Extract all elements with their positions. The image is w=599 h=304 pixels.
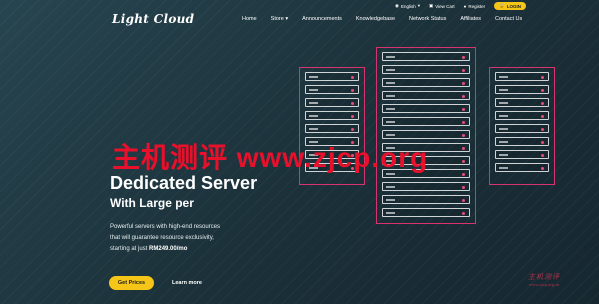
server-unit bbox=[382, 195, 470, 204]
status-led-icon bbox=[462, 133, 465, 137]
server-unit bbox=[382, 182, 470, 191]
get-prices-button[interactable]: Get Prices bbox=[109, 276, 154, 290]
status-led-icon bbox=[462, 172, 465, 176]
server-unit bbox=[305, 124, 359, 133]
corner-watermark-logo: 主机测评 www.zjcp.org.cn bbox=[528, 272, 560, 287]
nav-store[interactable]: Store ▾ bbox=[271, 16, 288, 22]
server-unit bbox=[495, 137, 549, 146]
user-icon: ● bbox=[463, 3, 467, 9]
status-led-icon bbox=[462, 198, 465, 202]
nav-contact-us[interactable]: Contact Us bbox=[495, 16, 522, 22]
hero-description: Powerful servers with high-end resources… bbox=[110, 222, 220, 255]
status-led-icon bbox=[541, 140, 544, 144]
utility-bar: ◉ English ▾ ▣ View Cart ● Register 🔒 LOG… bbox=[395, 2, 527, 10]
watermark-text: 主机测评 www.zjcp.org bbox=[112, 142, 429, 173]
status-led-icon bbox=[462, 185, 465, 189]
nav-network-status[interactable]: Network Status bbox=[409, 16, 446, 22]
login-button[interactable]: 🔒 LOGIN bbox=[494, 2, 527, 10]
status-led-icon bbox=[351, 127, 354, 131]
status-led-icon bbox=[541, 88, 544, 92]
language-label: English bbox=[400, 3, 416, 9]
register-link[interactable]: ● Register bbox=[464, 4, 485, 9]
server-unit bbox=[305, 72, 359, 81]
status-led-icon bbox=[541, 166, 544, 170]
server-unit bbox=[495, 72, 549, 81]
status-led-icon bbox=[351, 75, 354, 79]
status-led-icon bbox=[462, 120, 465, 124]
site-logo[interactable]: Light Cloud bbox=[112, 12, 194, 26]
language-selector[interactable]: ◉ English ▾ bbox=[395, 3, 420, 9]
status-led-icon bbox=[462, 211, 465, 215]
nav-home[interactable]: Home bbox=[242, 16, 257, 22]
server-unit bbox=[495, 98, 549, 107]
nav-announcements[interactable]: Announcements bbox=[302, 16, 342, 22]
server-unit bbox=[495, 85, 549, 94]
status-led-icon bbox=[541, 127, 544, 131]
cart-icon: ▣ bbox=[428, 3, 434, 8]
status-led-icon bbox=[462, 159, 465, 163]
status-led-icon bbox=[541, 101, 544, 105]
main-nav: Home Store ▾ Announcements Knowledgebase… bbox=[242, 16, 522, 22]
server-unit bbox=[305, 111, 359, 120]
status-led-icon bbox=[351, 101, 354, 105]
status-led-icon bbox=[541, 153, 544, 157]
chevron-down-icon: ▾ bbox=[285, 16, 289, 22]
price-prefix: starting at just bbox=[110, 246, 150, 252]
corner-logo-url: www.zjcp.org.cn bbox=[528, 282, 560, 287]
server-unit bbox=[382, 208, 470, 217]
server-unit bbox=[382, 104, 470, 113]
lock-icon: 🔒 bbox=[499, 3, 505, 8]
price-value: RM249.00/mo bbox=[149, 246, 188, 252]
server-unit bbox=[382, 52, 470, 61]
server-unit bbox=[305, 85, 359, 94]
server-unit bbox=[495, 111, 549, 120]
status-led-icon bbox=[462, 146, 465, 150]
server-rack-right bbox=[489, 67, 555, 185]
hero-desc-line: that will guarantee resource exclusivity… bbox=[110, 235, 214, 241]
nav-affiliates[interactable]: Affiliates bbox=[460, 16, 481, 22]
nav-store-label: Store bbox=[270, 16, 284, 22]
server-unit bbox=[382, 65, 470, 74]
server-unit bbox=[382, 117, 470, 126]
corner-logo-cn: 主机测评 bbox=[528, 273, 560, 281]
hero-title: Dedicated Server bbox=[110, 173, 258, 193]
server-unit bbox=[495, 163, 549, 172]
login-label: LOGIN bbox=[506, 3, 522, 9]
register-label: Register bbox=[468, 3, 486, 9]
status-led-icon bbox=[462, 55, 465, 59]
view-cart-label: View Cart bbox=[435, 3, 455, 9]
learn-more-link[interactable]: Learn more bbox=[172, 280, 202, 286]
status-led-icon bbox=[462, 94, 465, 98]
hero-desc-line: Powerful servers with high-end resources bbox=[110, 224, 221, 230]
status-led-icon bbox=[462, 81, 465, 85]
nav-knowledgebase[interactable]: Knowledgebase bbox=[356, 16, 395, 22]
status-led-icon bbox=[462, 107, 465, 111]
hero-subtitle: With Large per bbox=[110, 196, 194, 210]
status-led-icon bbox=[462, 68, 465, 72]
server-unit bbox=[382, 78, 470, 87]
hero-price-line: starting at just RM249.00/mo bbox=[110, 244, 220, 255]
chevron-down-icon: ▾ bbox=[417, 3, 420, 8]
server-unit bbox=[305, 98, 359, 107]
globe-icon: ◉ bbox=[395, 3, 399, 8]
status-led-icon bbox=[541, 114, 544, 118]
status-led-icon bbox=[351, 88, 354, 92]
server-unit bbox=[495, 150, 549, 159]
view-cart-link[interactable]: ▣ View Cart bbox=[429, 3, 455, 9]
server-unit bbox=[495, 124, 549, 133]
status-led-icon bbox=[351, 114, 354, 118]
status-led-icon bbox=[541, 75, 544, 79]
server-unit bbox=[382, 91, 470, 100]
